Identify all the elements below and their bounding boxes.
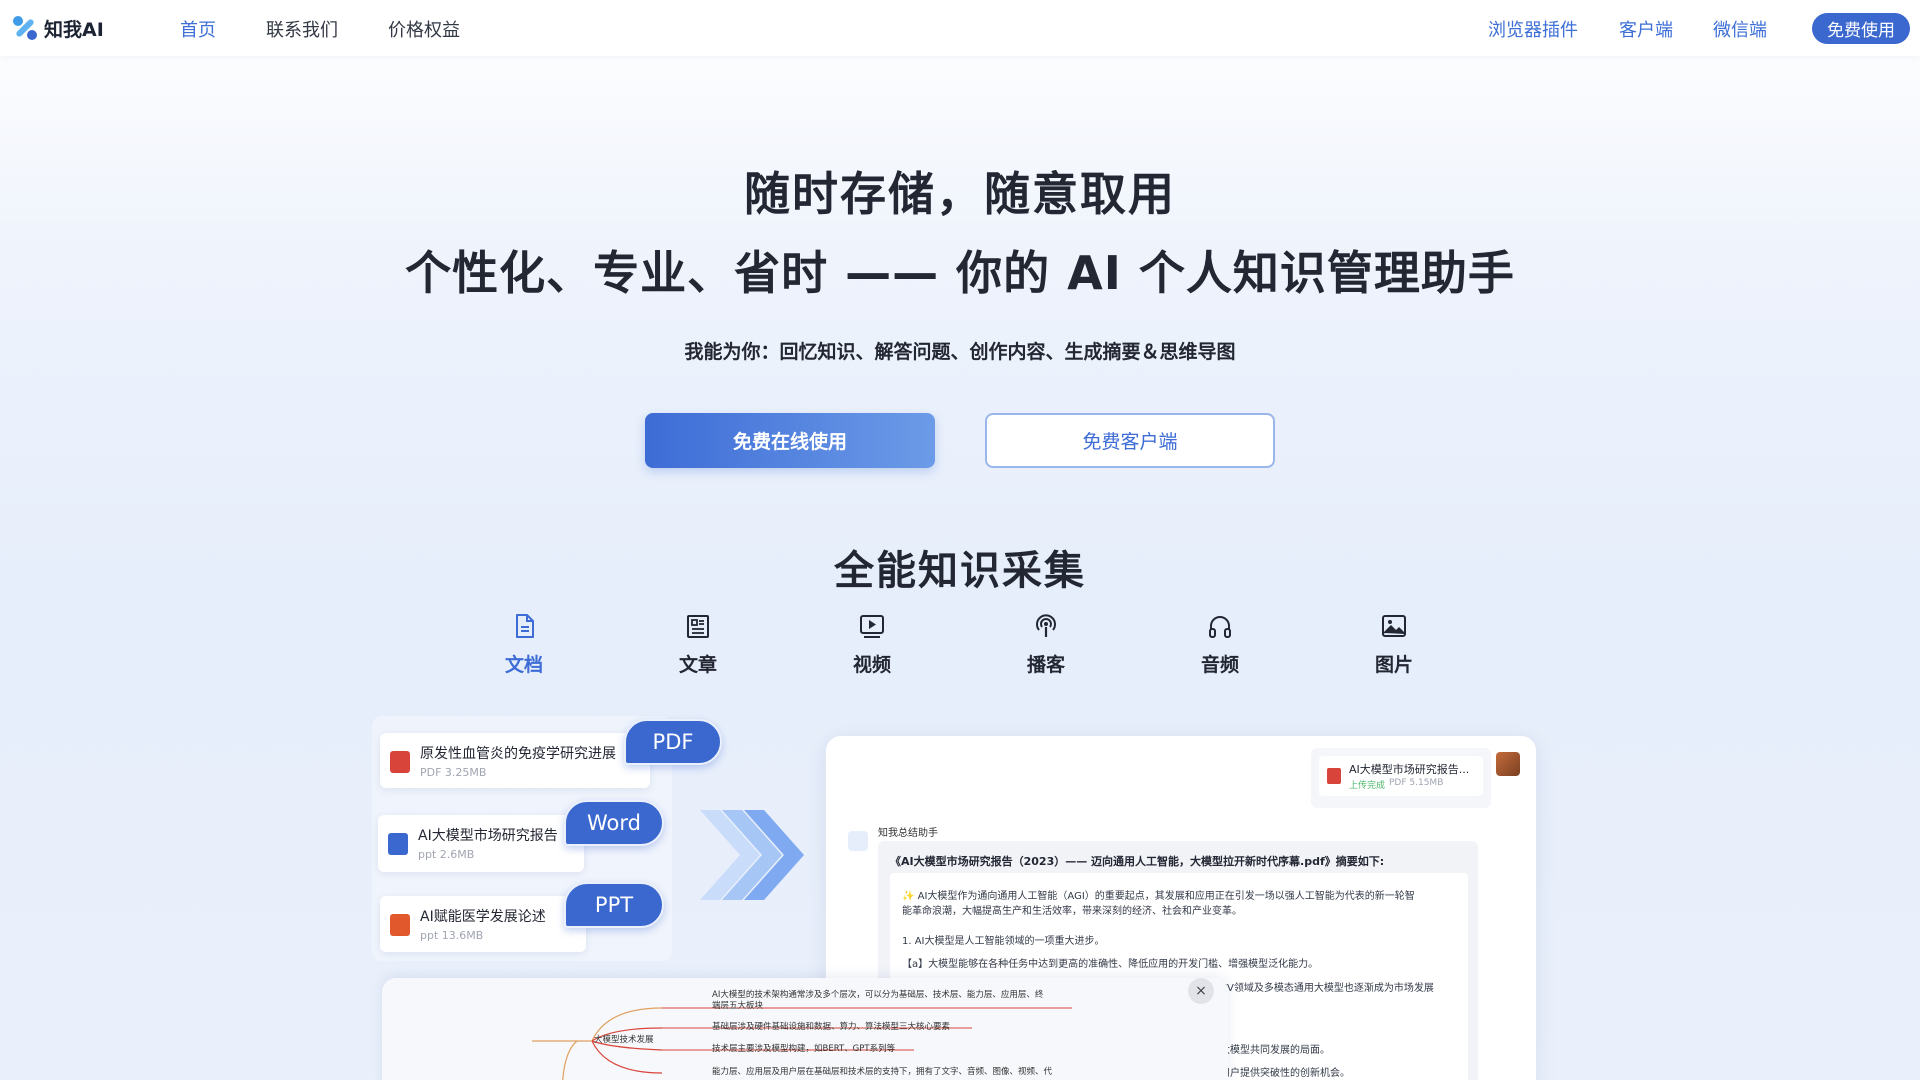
upload-status: 上传完成: [1349, 781, 1386, 791]
file-card[interactable]: 原发性血管炎的免疫学研究进展 PDF 3.25MB: [380, 733, 650, 788]
document-icon: [516, 614, 534, 638]
logo-text: 知我AI: [44, 18, 104, 41]
headphones-icon: [1209, 616, 1231, 638]
hero-title: 随时存储，随意取用: [744, 167, 1176, 221]
tab-video-label: 视频: [852, 654, 891, 676]
tab-document-label: 文档: [504, 654, 543, 676]
summary-line: 【a】大模型能够在各种任务中达到更高的准确性、降低应用的开发门槛、增强模型泛化能…: [902, 959, 1319, 970]
close-icon[interactable]: ×: [1188, 978, 1214, 1004]
pdf-file-icon: [390, 751, 410, 773]
tab-image[interactable]: 图片: [1349, 612, 1439, 677]
file-name: AI大模型市场研究报告: [418, 828, 558, 844]
summary-line: ✨ AI大模型作为通向通用人工智能（AGI）的重要起点，其发展和应用正在引发一场…: [902, 891, 1415, 902]
uploaded-file-card: AI大模型市场研究报告... 上传完成 PDF 5.15MB: [1311, 748, 1491, 808]
section-title: 全能知识采集: [834, 548, 1086, 594]
mindmap-root: 大模型技术发展: [594, 1035, 654, 1045]
tab-document[interactable]: 文档: [479, 612, 569, 677]
hero-subtitle-heading: 个性化、专业、省时 —— 你的 AI 个人知识管理助手: [405, 246, 1515, 300]
assistant-icon: [848, 831, 868, 851]
upload-file-name: AI大模型市场研究报告...: [1349, 763, 1470, 776]
tab-video[interactable]: 视频: [827, 612, 917, 677]
assistant-name: 知我总结助手: [878, 828, 938, 839]
file-name: AI赋能医学发展论述: [420, 909, 546, 925]
hero-description: 我能为你：回忆知识、解答问题、创作内容、生成摘要＆思维导图: [684, 341, 1236, 363]
nav-home[interactable]: 首页: [180, 16, 216, 42]
tab-article-label: 文章: [678, 654, 717, 676]
file-card[interactable]: AI赋能医学发展论述 ppt 13.6MB: [380, 896, 586, 952]
image-icon: [1382, 615, 1406, 637]
tab-article[interactable]: 文章: [653, 612, 743, 677]
logo[interactable]: 知我AI: [10, 13, 104, 43]
upload-meta: PDF 5.15MB: [1389, 778, 1444, 788]
summary-title: 《AI大模型市场研究报告（2023）—— 迈向通用人工智能，大模型拉开新时代序幕…: [890, 855, 1385, 868]
nav-wechat[interactable]: 微信端: [1713, 16, 1767, 42]
free-online-button[interactable]: 免费在线使用: [645, 413, 935, 468]
file-meta: ppt 2.6MB: [418, 848, 475, 861]
top-nav: 知我AI 首页 联系我们 价格权益 浏览器插件 客户端 微信端 免费使用: [0, 0, 1920, 56]
mindmap-panel: 大模型技术发展 AI大模型的技术架构通常涉及多个层次，可以分为基础层、技术层、能…: [382, 978, 1228, 1080]
tab-podcast[interactable]: 播客: [1001, 612, 1091, 677]
file-name: 原发性血管炎的免疫学研究进展: [420, 746, 616, 762]
type-badge-ppt: PPT: [564, 882, 664, 928]
file-card[interactable]: AI大模型市场研究报告 ppt 2.6MB: [378, 815, 584, 872]
nav-pricing[interactable]: 价格权益: [388, 16, 460, 42]
logo-mark-icon: [10, 13, 40, 43]
article-icon: [687, 615, 709, 638]
nav-browser-plugin[interactable]: 浏览器插件: [1488, 16, 1578, 42]
tab-image-label: 图片: [1374, 654, 1413, 676]
chevron-right-arrows-icon: [700, 810, 804, 900]
word-file-icon: [388, 833, 408, 855]
podcast-icon: [1036, 614, 1056, 637]
free-use-button[interactable]: 免费使用: [1812, 13, 1910, 44]
summary-line: 1. AI大模型是人工智能领域的一项重大进步。: [902, 936, 1105, 947]
mindmap-node: 技术层主要涉及模型构建，如BERT、GPT系列等: [712, 1044, 896, 1054]
summary-line: CV领域及多模态通用大模型也逐渐成为市场发展: [1220, 983, 1434, 994]
summary-line: 能革命浪潮，大幅提高生产和生活效率，带来深刻的经济、社会和产业变革。: [902, 906, 1242, 917]
user-avatar: [1496, 752, 1520, 776]
mindmap-node: 端层五大板块: [712, 1001, 764, 1011]
nav-contact[interactable]: 联系我们: [266, 16, 338, 42]
file-meta: PDF 3.25MB: [420, 766, 487, 779]
file-meta: ppt 13.6MB: [420, 929, 484, 942]
type-badge-word: Word: [564, 800, 664, 846]
ppt-file-icon: [390, 914, 410, 936]
tab-audio[interactable]: 音频: [1175, 612, 1265, 677]
summary-line: 大模型共同发展的局面。: [1220, 1045, 1330, 1056]
video-icon: [860, 615, 884, 638]
type-badge-pdf: PDF: [624, 719, 722, 765]
free-client-button[interactable]: 免费客户端: [985, 413, 1275, 468]
summary-line: 用户提供突破性的创新机会。: [1220, 1068, 1350, 1079]
pdf-file-icon: [1327, 768, 1341, 784]
mindmap-node: 基础层涉及硬件基础设施和数据、算力、算法模型三大核心要素: [712, 1022, 951, 1032]
mindmap-node: 能力层、应用层及用户层在基础层和技术层的支持下，拥有了文字、音频、图像、视频、代: [712, 1067, 1053, 1077]
tab-audio-label: 音频: [1200, 654, 1239, 676]
tab-podcast-label: 播客: [1026, 654, 1065, 676]
nav-client[interactable]: 客户端: [1619, 16, 1673, 42]
